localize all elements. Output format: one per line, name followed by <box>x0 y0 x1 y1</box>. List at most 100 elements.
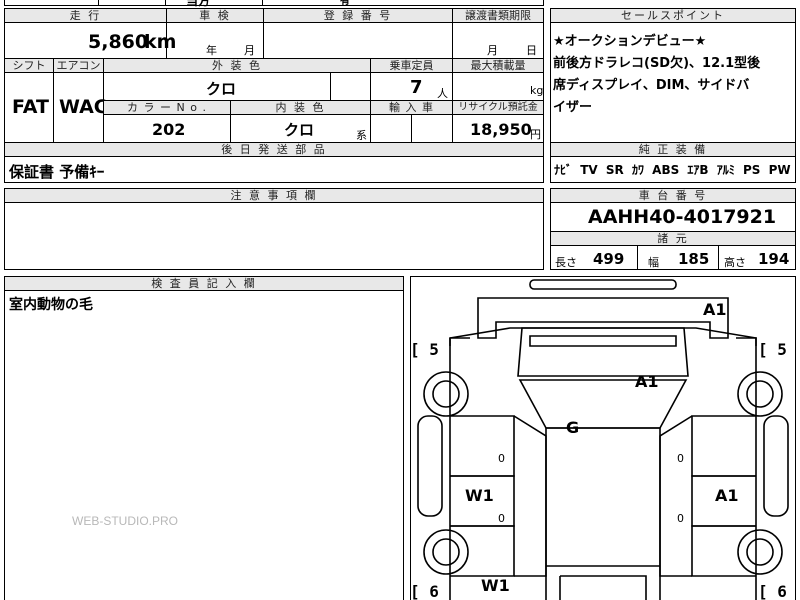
bracket-bottom-right: [ 6 <box>758 582 787 600</box>
chassis-number: AAHH40-4017921 <box>588 206 777 228</box>
wheel-front-left <box>423 371 469 417</box>
sales-point-line-1: ★オークションデビュー★ <box>553 34 707 49</box>
top-partial-divider <box>262 0 263 6</box>
equipment-item: ABS <box>652 163 680 177</box>
exterior-color-value: クロ <box>206 80 237 98</box>
mileage-header: 走 行 <box>4 8 167 23</box>
zero-mark: 0 <box>498 512 505 525</box>
color-no-header: カ ラ ー N o . <box>103 100 231 115</box>
equipment-item: PS <box>742 163 761 177</box>
windshield <box>518 379 688 429</box>
notes-header: 注 意 事 項 欄 <box>4 188 544 203</box>
factory-equipment-list: ﾅﾋﾞ TV SR ｶﾜ ABS ｴｱB ｱﾙﾐ PS PW <box>554 161 791 178</box>
wheel-front-right <box>737 371 783 417</box>
right-pillar <box>659 415 693 577</box>
label-hood: A1 <box>635 372 659 391</box>
specs-header: 諸 元 <box>550 231 796 246</box>
sales-point-line-4: イザー <box>553 100 593 115</box>
wheel-rear-left-inner <box>432 538 460 566</box>
inspector-area <box>4 290 404 600</box>
equipment-item: ｱﾙﾐ <box>716 163 735 177</box>
recycle-value: 18,950 <box>470 120 532 139</box>
left-pillar <box>513 415 547 577</box>
factory-equipment-header: 純 正 装 備 <box>550 142 796 157</box>
registration-header: 登 録 番 号 <box>263 8 453 23</box>
interior-color-value: クロ <box>284 121 315 139</box>
front-right-arch <box>736 337 757 346</box>
registration-cell <box>263 22 453 59</box>
body-outline <box>449 327 757 600</box>
interior-color-header: 内 装 色 <box>230 100 371 115</box>
spec-width-value: 185 <box>678 250 710 268</box>
max-load-unit: kg <box>530 84 544 97</box>
equipment-item: ｶﾜ <box>631 163 644 177</box>
transfer-month: 月 <box>487 44 498 57</box>
shift-value: FAT <box>12 96 49 118</box>
bracket-top-right: [ 5 <box>758 340 787 359</box>
bracket-bottom-left: [ 6 <box>410 582 439 600</box>
zero-mark: 0 <box>498 452 505 465</box>
capacity-header: 乗車定員 <box>370 58 453 73</box>
import-header: 輸 入 車 <box>370 100 453 115</box>
label-left-front-door: W1 <box>465 486 494 505</box>
inspection-header: 車 検 <box>166 8 264 23</box>
zero-mark: 0 <box>677 512 684 525</box>
exterior-color-sub-cell <box>330 72 371 101</box>
shift-header: シフト <box>4 58 54 73</box>
car-diagram <box>417 279 789 600</box>
equipment-item: ｴｱB <box>687 163 709 177</box>
spec-length-value: 499 <box>593 250 625 268</box>
spec-height-value: 194 <box>758 250 790 268</box>
wheel-rear-right <box>737 529 783 575</box>
notes-area <box>4 202 544 270</box>
aircon-value: WAC <box>59 96 108 118</box>
transfer-deadline-header: 譲渡書類期限 <box>452 8 544 23</box>
sales-point-header: セールスポイント <box>550 8 796 23</box>
front-bumper-strip <box>529 279 677 290</box>
front-left-arch <box>449 337 470 346</box>
inspector-note: 室内動物の毛 <box>9 297 93 313</box>
label-left-rear: W1 <box>481 576 510 595</box>
spec-height-label: 高さ <box>724 256 746 269</box>
label-right-front-door: A1 <box>715 486 739 505</box>
rear-floor <box>546 565 660 600</box>
inspection-year: 年 <box>206 44 217 57</box>
label-windshield: G <box>566 418 580 437</box>
spec-width-label: 幅 <box>648 256 659 269</box>
sales-point-line-3: 席ディスプレイ、DIM、サイドバ <box>553 78 750 93</box>
chassis-header: 車 台 番 号 <box>550 188 796 203</box>
spec-length-label: 長さ <box>555 256 577 269</box>
top-partial-row <box>4 0 544 6</box>
zero-mark: 0 <box>677 452 684 465</box>
top-partial-text-right: 有 <box>340 0 350 7</box>
right-mirror <box>763 415 789 517</box>
inspector-header: 検 査 員 記 入 欄 <box>4 276 404 291</box>
later-parts-header: 後 日 発 送 部 品 <box>4 142 544 157</box>
capacity-value: 7 <box>410 77 423 98</box>
sales-point-line-2: 前後方ドラレコ(SD欠)、12.1型後 <box>553 56 761 71</box>
roof <box>545 427 661 600</box>
color-no-value: 202 <box>152 120 186 139</box>
specs-divider <box>718 245 719 270</box>
hood-inner <box>529 335 677 347</box>
equipment-item: PW <box>768 163 791 177</box>
wheel-front-right-inner <box>746 380 774 408</box>
specs-divider <box>637 245 638 270</box>
interior-color-suffix: 系 <box>356 129 367 142</box>
wheel-front-left-inner <box>432 380 460 408</box>
right-front-panel <box>691 415 756 477</box>
inspection-month: 月 <box>244 44 255 57</box>
transfer-day: 日 <box>526 44 537 57</box>
import-cell-2 <box>411 114 453 143</box>
front-bumper <box>477 297 729 339</box>
recycle-unit: 円 <box>530 128 541 141</box>
equipment-item: ﾅﾋﾞ <box>554 163 573 177</box>
capacity-unit: 人 <box>437 87 448 100</box>
later-parts-value: 保証書 予備ｷｰ <box>9 163 105 181</box>
recycle-header: リサイクル預託金 <box>452 100 544 115</box>
equipment-item: TV <box>580 163 598 177</box>
mileage-value: 5,860 <box>88 31 149 53</box>
aircon-header: エアコン <box>53 58 104 73</box>
top-partial-divider <box>165 0 166 6</box>
wheel-rear-right-inner <box>746 538 774 566</box>
